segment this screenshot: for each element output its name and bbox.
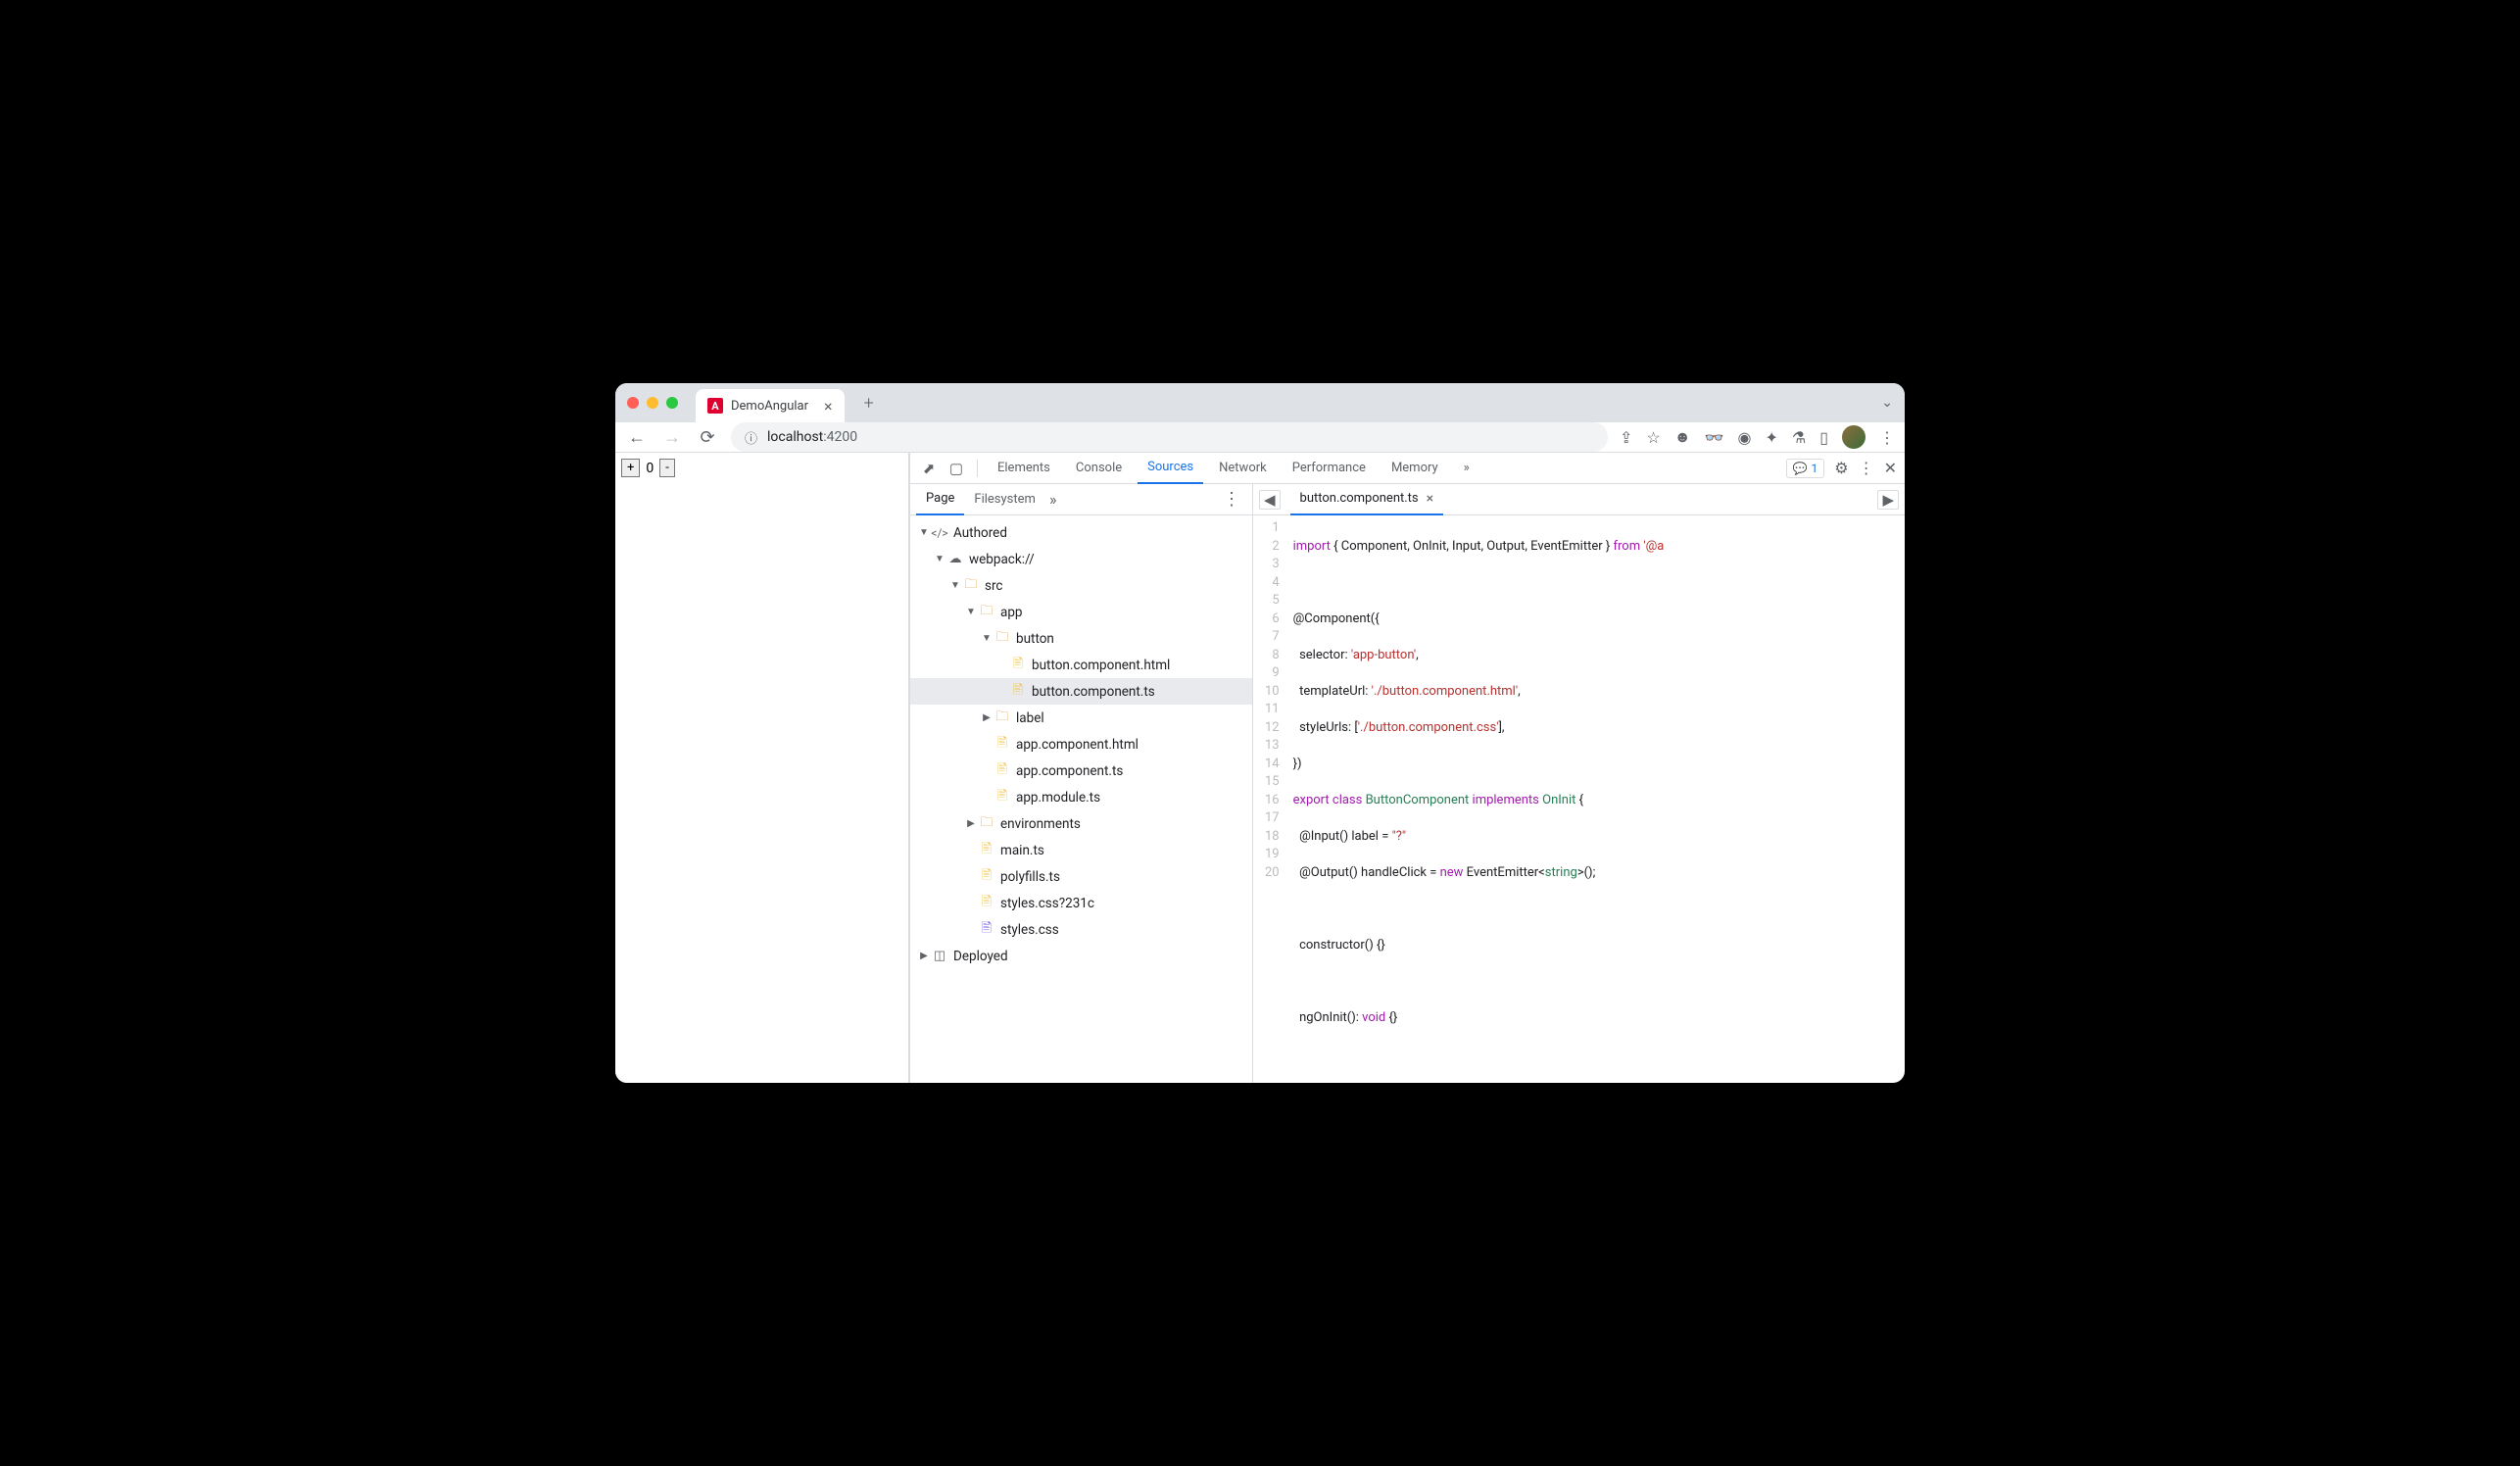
sidebar-menu-icon[interactable]: ⋮ [1217, 489, 1246, 510]
file-tree: ▼</>Authored ▼☁webpack:// ▼🗀src ▼🗀app ▼🗀… [910, 515, 1252, 1083]
extension-icon-3[interactable]: ◉ [1737, 428, 1751, 447]
sidebar-tabs: Page Filesystem » ⋮ [910, 484, 1252, 515]
panel-sources[interactable]: Sources [1138, 453, 1203, 484]
panel-elements[interactable]: Elements [988, 453, 1060, 484]
devtools-body: Page Filesystem » ⋮ ▼</>Authored ▼☁webpa… [910, 484, 1905, 1083]
site-info-icon[interactable]: ⓘ [745, 428, 757, 447]
browser-tab[interactable]: A DemoAngular × [696, 389, 845, 422]
decrement-button[interactable]: - [659, 459, 675, 477]
tree-src[interactable]: ▼🗀src [910, 572, 1252, 599]
increment-button[interactable]: + [621, 459, 640, 477]
tree-main-ts[interactable]: 🖹main.ts [910, 837, 1252, 863]
reload-button[interactable]: ⟳ [696, 427, 719, 448]
tree-button-ts[interactable]: 🖹button.component.ts [910, 678, 1252, 705]
panel-network[interactable]: Network [1209, 453, 1277, 484]
tree-label-folder[interactable]: ▶🗀label [910, 705, 1252, 731]
traffic-lights [627, 397, 678, 409]
editor-tabs: ◀ button.component.ts × ▶ [1253, 484, 1905, 515]
code-area[interactable]: 1234567891011121314151617181920 import {… [1253, 515, 1905, 1083]
close-tab-icon[interactable]: × [824, 397, 833, 415]
url-host: localhost [767, 429, 823, 445]
sidebar-tab-filesystem[interactable]: Filesystem [964, 484, 1045, 515]
toggle-navigator-icon[interactable]: ◀ [1259, 490, 1281, 510]
tree-app-html[interactable]: 🖹app.component.html [910, 731, 1252, 757]
close-editor-tab-icon[interactable]: × [1427, 491, 1433, 507]
tree-polyfills-ts[interactable]: 🖹polyfills.ts [910, 863, 1252, 890]
browser-window: A DemoAngular × + ⌄ ← → ⟳ ⓘ localhost:42… [615, 383, 1905, 1083]
tree-styles-q[interactable]: 🖹styles.css?231c [910, 890, 1252, 916]
bookmark-icon[interactable]: ☆ [1646, 428, 1660, 447]
sidebar-tabs-more-icon[interactable]: » [1049, 490, 1057, 509]
url-bar: ← → ⟳ ⓘ localhost:4200 ⇪ ☆ ☻ 👓 ◉ ✦ ⚗ ▯ ⋮ [615, 422, 1905, 453]
labs-icon[interactable]: ⚗ [1792, 428, 1806, 447]
tree-button-folder[interactable]: ▼🗀button [910, 625, 1252, 652]
titlebar: A DemoAngular × + ⌄ [615, 383, 1905, 422]
device-toolbar-icon[interactable]: ▢ [945, 460, 967, 477]
counter-value: 0 [644, 461, 655, 476]
omnibox[interactable]: ⓘ localhost:4200 [731, 422, 1608, 452]
tab-title: DemoAngular [731, 399, 808, 414]
tabs-chevron-icon[interactable]: ⌄ [1881, 395, 1893, 411]
toggle-debugger-icon[interactable]: ▶ [1877, 490, 1899, 510]
profile-avatar[interactable] [1842, 425, 1866, 449]
extensions-icon[interactable]: ✦ [1765, 428, 1777, 447]
tree-app-module[interactable]: 🖹app.module.ts [910, 784, 1252, 810]
tree-app-ts[interactable]: 🖹app.component.ts [910, 757, 1252, 784]
back-button[interactable]: ← [625, 427, 649, 448]
page-viewport: + 0 - [615, 453, 909, 1083]
counter-widget: + 0 - [621, 459, 902, 477]
line-gutter: 1234567891011121314151617181920 [1253, 515, 1287, 1083]
devtools-panel: ⬈ ▢ Elements Console Sources Network Per… [909, 453, 1905, 1083]
editor-tab-button-ts[interactable]: button.component.ts × [1290, 484, 1444, 515]
forward-button[interactable]: → [660, 427, 684, 448]
extension-icon-1[interactable]: ☻ [1674, 427, 1691, 447]
panel-performance[interactable]: Performance [1283, 453, 1376, 484]
panel-console[interactable]: Console [1066, 453, 1132, 484]
side-panel-icon[interactable]: ▯ [1819, 428, 1828, 447]
toolbar-icons: ⇪ ☆ ☻ 👓 ◉ ✦ ⚗ ▯ ⋮ [1620, 425, 1895, 449]
minimize-window-button[interactable] [647, 397, 658, 409]
tree-deployed[interactable]: ▶◫Deployed [910, 943, 1252, 969]
close-devtools-icon[interactable]: ✕ [1884, 459, 1897, 477]
chrome-menu-icon[interactable]: ⋮ [1879, 428, 1895, 447]
panel-memory[interactable]: Memory [1381, 453, 1448, 484]
tree-webpack[interactable]: ▼☁webpack:// [910, 546, 1252, 572]
sidebar-tab-page[interactable]: Page [916, 484, 964, 515]
sources-sidebar: Page Filesystem » ⋮ ▼</>Authored ▼☁webpa… [910, 484, 1253, 1083]
new-tab-button[interactable]: + [864, 393, 874, 414]
panel-more-icon[interactable]: » [1454, 453, 1479, 484]
code-lines: import { Component, OnInit, Input, Outpu… [1287, 515, 1665, 1083]
devtools-header: ⬈ ▢ Elements Console Sources Network Per… [910, 453, 1905, 484]
issues-badge[interactable]: 💬 1 [1786, 459, 1825, 478]
tree-environments[interactable]: ▶🗀environments [910, 810, 1252, 837]
tree-styles-css[interactable]: 🖹styles.css [910, 916, 1252, 943]
extension-icon-2[interactable]: 👓 [1705, 428, 1724, 447]
code-editor: ◀ button.component.ts × ▶ 12345678910111… [1253, 484, 1905, 1083]
close-window-button[interactable] [627, 397, 639, 409]
maximize-window-button[interactable] [666, 397, 678, 409]
content-area: + 0 - ⬈ ▢ Elements Console Sources Netwo… [615, 453, 1905, 1083]
angular-favicon: A [707, 398, 723, 414]
devtools-menu-icon[interactable]: ⋮ [1859, 459, 1874, 477]
url-port: :4200 [823, 429, 857, 445]
tree-authored[interactable]: ▼</>Authored [910, 519, 1252, 546]
share-icon[interactable]: ⇪ [1620, 428, 1632, 447]
inspect-element-icon[interactable]: ⬈ [918, 460, 940, 477]
tree-app[interactable]: ▼🗀app [910, 599, 1252, 625]
tree-button-html[interactable]: 🖹button.component.html [910, 652, 1252, 678]
settings-icon[interactable]: ⚙ [1834, 459, 1848, 477]
